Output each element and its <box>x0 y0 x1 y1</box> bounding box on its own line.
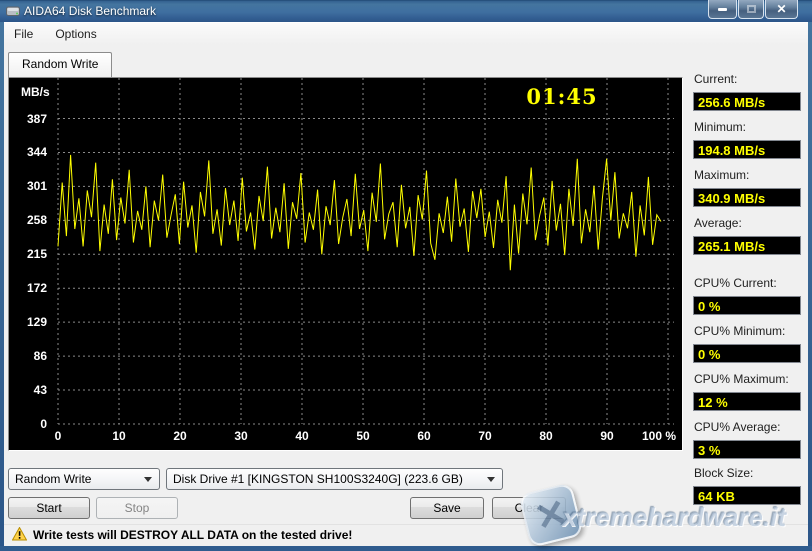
x-tick-label: 100 % <box>633 429 685 443</box>
stat-label: CPU% Minimum: <box>694 324 806 338</box>
y-tick-label: 129 <box>13 315 47 329</box>
stat-value-box: 3 % <box>693 440 801 459</box>
menu-item-options[interactable]: Options <box>53 25 98 43</box>
stat-value-box: 0 % <box>693 296 801 315</box>
stat-label: Maximum: <box>694 168 806 182</box>
chevron-down-icon <box>487 477 495 482</box>
close-button[interactable]: ✕ <box>765 0 798 19</box>
status-message: Write tests will DESTROY ALL DATA on the… <box>33 528 352 542</box>
stat-value-box: 265.1 MB/s <box>693 236 801 255</box>
test-type-select[interactable]: Random Write <box>8 468 160 490</box>
test-type-value: Random Write <box>15 472 91 486</box>
hard-disk-icon <box>5 3 21 19</box>
y-axis-unit: MB/s <box>21 85 50 99</box>
stat-label: CPU% Maximum: <box>694 372 806 386</box>
tab-random-write[interactable]: Random Write <box>8 52 112 77</box>
y-tick-label: 301 <box>13 179 47 193</box>
y-tick-label: 172 <box>13 281 47 295</box>
title-bar[interactable]: AIDA64 Disk Benchmark ✕ <box>0 0 812 22</box>
x-tick-label: 70 <box>465 429 505 443</box>
menu-bar: File Options <box>4 22 808 45</box>
chart-canvas <box>9 78 682 450</box>
close-icon: ✕ <box>776 3 786 15</box>
y-tick-label: 43 <box>13 383 47 397</box>
y-tick-label: 86 <box>13 349 47 363</box>
y-tick-label: 258 <box>13 213 47 227</box>
status-bar: Write tests will DESTROY ALL DATA on the… <box>4 524 808 546</box>
window-title: AIDA64 Disk Benchmark <box>24 4 156 18</box>
window-border-bottom <box>0 546 812 551</box>
x-tick-label: 80 <box>526 429 566 443</box>
x-tick-label: 10 <box>99 429 139 443</box>
y-tick-label: 344 <box>13 145 47 159</box>
x-tick-label: 90 <box>587 429 627 443</box>
drive-select[interactable]: Disk Drive #1 [KINGSTON SH100S3240G] (22… <box>166 468 503 490</box>
stat-label: Average: <box>694 216 806 230</box>
app-window: AIDA64 Disk Benchmark ✕ File Options Ran… <box>0 0 812 551</box>
x-tick-label: 50 <box>343 429 383 443</box>
stat-value-box: 12 % <box>693 392 801 411</box>
save-button[interactable]: Save <box>410 497 484 519</box>
stat-label: Minimum: <box>694 120 806 134</box>
minimize-icon <box>718 8 727 11</box>
maximize-icon <box>747 5 756 13</box>
clear-button[interactable]: Clear <box>492 497 566 519</box>
x-tick-label: 0 <box>38 429 78 443</box>
drive-value: Disk Drive #1 [KINGSTON SH100S3240G] (22… <box>173 472 463 486</box>
chevron-down-icon <box>144 477 152 482</box>
benchmark-chart: MB/s 38734430125821517212986430 01020304… <box>8 77 683 451</box>
window-border-right <box>808 22 812 551</box>
minimize-button[interactable] <box>708 0 737 19</box>
window-border-left <box>0 22 4 551</box>
elapsed-timer: 01:45 <box>507 84 617 109</box>
maximize-button[interactable] <box>738 0 764 19</box>
throughput-line <box>58 155 661 270</box>
stat-value-box: 0 % <box>693 344 801 363</box>
stat-label: CPU% Current: <box>694 276 806 290</box>
stat-label: Current: <box>694 72 806 86</box>
stat-value-box: 64 KB <box>693 486 801 505</box>
x-tick-label: 30 <box>221 429 261 443</box>
start-button[interactable]: Start <box>8 497 90 519</box>
stat-label: CPU% Average: <box>694 420 806 434</box>
x-tick-label: 40 <box>282 429 322 443</box>
stat-value-box: 256.6 MB/s <box>693 92 801 111</box>
stat-value-box: 340.9 MB/s <box>693 188 801 207</box>
menu-item-file[interactable]: File <box>12 25 35 43</box>
caption-buttons: ✕ <box>708 0 798 19</box>
y-tick-label: 387 <box>13 112 47 126</box>
y-tick-label: 215 <box>13 247 47 261</box>
stop-button[interactable]: Stop <box>96 497 178 519</box>
stat-label: Block Size: <box>694 466 806 480</box>
x-tick-label: 60 <box>404 429 444 443</box>
x-tick-label: 20 <box>160 429 200 443</box>
warning-icon <box>12 527 27 544</box>
stat-value-box: 194.8 MB/s <box>693 140 801 159</box>
